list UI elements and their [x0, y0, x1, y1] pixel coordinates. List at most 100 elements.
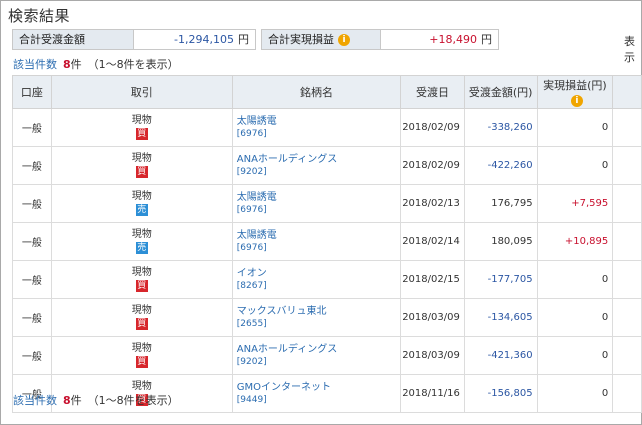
stock-cell: ANAホールディングス [9202]	[231, 146, 402, 185]
info-icon[interactable]: i	[338, 33, 350, 46]
total-pnl-unit: 円	[481, 33, 492, 46]
trade-cell: 現物買	[50, 146, 233, 185]
buy-badge: 買	[135, 166, 148, 178]
stock-code-link[interactable]: [8267]	[237, 280, 399, 292]
stock-name-link[interactable]: マックスバリュ東北	[237, 306, 399, 318]
stock-cell: ANAホールディングス [9202]	[231, 336, 402, 375]
trade-type: 現物	[131, 343, 152, 354]
delivery-amount-cell: 176,795	[463, 184, 538, 223]
col-header-pnl: 実現損益(円) i	[536, 75, 614, 109]
total-delivery-value: -1,294,105 円	[134, 30, 255, 49]
spacer-cell	[612, 108, 642, 147]
table-row: 一般 現物買 マックスバリュ東北 [2655] 2018/03/09 -134,6…	[12, 298, 642, 337]
table-row: 一般 現物買 太陽誘電 [6976] 2018/02/09 -338,260 0	[12, 108, 642, 147]
results-table: 口座 取引 銘柄名 受渡日 受渡金額(円) 実現損益(円) i 一般 現物買 太…	[12, 75, 642, 413]
table-row: 一般 現物売 太陽誘電 [6976] 2018/02/13 176,795 +7,…	[12, 184, 642, 223]
sell-badge: 売	[135, 242, 148, 254]
stock-code-link[interactable]: [9202]	[237, 166, 399, 178]
result-count-label[interactable]: 該当件数	[13, 58, 57, 71]
stock-cell: イオン [8267]	[231, 260, 402, 299]
stock-name-link[interactable]: ANAホールディングス	[237, 154, 399, 166]
trade-cell: 現物買	[50, 108, 233, 147]
account-cell: 一般	[12, 336, 52, 375]
realized-pnl-cell: 0	[536, 298, 614, 337]
trade-type: 現物	[131, 229, 152, 240]
stock-code-link[interactable]: [6976]	[237, 204, 399, 216]
account-cell: 一般	[12, 298, 52, 337]
spacer-cell	[612, 184, 642, 223]
col-header-spacer	[612, 75, 642, 109]
realized-pnl-cell: 0	[536, 374, 614, 413]
trade-type: 現物	[131, 305, 152, 316]
stock-name-link[interactable]: 太陽誘電	[237, 192, 399, 204]
spacer-cell	[612, 146, 642, 185]
stock-code-link[interactable]: [6976]	[237, 128, 399, 140]
table-row: 一般 現物買 ANAホールディングス [9202] 2018/03/09 -421…	[12, 336, 642, 375]
spacer-cell	[612, 374, 642, 413]
stock-cell: GMOインターネット [9449]	[231, 374, 402, 413]
col-header-amount: 受渡金額(円)	[463, 75, 538, 109]
realized-pnl-cell: 0	[536, 108, 614, 147]
trade-cell: 現物買	[50, 260, 233, 299]
total-delivery-unit: 円	[238, 33, 249, 46]
realized-pnl-cell: 0	[536, 336, 614, 375]
stock-cell: 太陽誘電 [6976]	[231, 108, 402, 147]
total-delivery-label: 合計受渡金額	[13, 30, 134, 49]
result-count-value: 8	[63, 394, 71, 407]
table-row: 一般 現物買 ANAホールディングス [9202] 2018/02/09 -422…	[12, 146, 642, 185]
trade-type: 現物	[131, 267, 152, 278]
delivery-date-cell: 2018/02/09	[400, 108, 465, 147]
result-count-bottom: 該当件数 8件 （1～8件を表示）	[13, 392, 179, 408]
delivery-amount-cell: -422,260	[463, 146, 538, 185]
account-cell: 一般	[12, 184, 52, 223]
buy-badge: 買	[135, 356, 148, 368]
spacer-cell	[612, 260, 642, 299]
trade-cell: 現物買	[50, 298, 233, 337]
buy-badge: 買	[135, 128, 148, 140]
delivery-amount-cell: -421,360	[463, 336, 538, 375]
delivery-date-cell: 2018/11/16	[400, 374, 465, 413]
trade-cell: 現物買	[50, 336, 233, 375]
table-header-row: 口座 取引 銘柄名 受渡日 受渡金額(円) 実現損益(円) i	[12, 75, 642, 109]
result-count-suffix: 件	[70, 394, 82, 407]
realized-pnl-cell: +7,595	[536, 184, 614, 223]
trade-cell: 現物売	[50, 184, 233, 223]
spacer-cell	[612, 222, 642, 261]
delivery-amount-cell: -134,605	[463, 298, 538, 337]
spacer-cell	[612, 336, 642, 375]
display-option-label[interactable]: 表示	[624, 33, 642, 65]
stock-name-link[interactable]: ANAホールディングス	[237, 344, 399, 356]
stock-cell: 太陽誘電 [6976]	[231, 184, 402, 223]
col-header-trade: 取引	[50, 75, 233, 109]
result-range: （1～8件を表示）	[87, 394, 179, 407]
delivery-amount-cell: -177,705	[463, 260, 538, 299]
total-delivery-amount: -1,294,105	[174, 33, 234, 46]
stock-name-link[interactable]: GMOインターネット	[237, 382, 399, 394]
stock-code-link[interactable]: [2655]	[237, 318, 399, 330]
total-pnl-box: 合計実現損益 i +18,490 円	[261, 29, 499, 50]
info-icon[interactable]: i	[570, 95, 583, 107]
stock-name-link[interactable]: 太陽誘電	[237, 116, 399, 128]
table-row: 一般 現物売 太陽誘電 [6976] 2018/02/14 180,095 +10…	[12, 222, 642, 261]
col-header-account: 口座	[12, 75, 52, 109]
stock-code-link[interactable]: [9202]	[237, 356, 399, 368]
total-pnl-label: 合計実現損益	[268, 33, 334, 46]
delivery-date-cell: 2018/03/09	[400, 336, 465, 375]
delivery-date-cell: 2018/02/13	[400, 184, 465, 223]
stock-name-link[interactable]: 太陽誘電	[237, 230, 399, 242]
trade-cell: 現物売	[50, 222, 233, 261]
account-cell: 一般	[12, 146, 52, 185]
table-row: 一般 現物買 イオン [8267] 2018/02/15 -177,705 0	[12, 260, 642, 299]
result-count-top: 該当件数 8件 （1～8件を表示）	[13, 56, 179, 72]
delivery-date-cell: 2018/02/09	[400, 146, 465, 185]
stock-cell: マックスバリュ東北 [2655]	[231, 298, 402, 337]
result-count-label[interactable]: 該当件数	[13, 394, 57, 407]
col-header-date: 受渡日	[400, 75, 465, 109]
trade-type: 現物	[131, 115, 152, 126]
stock-code-link[interactable]: [6976]	[237, 242, 399, 254]
delivery-amount-cell: -156,805	[463, 374, 538, 413]
stock-code-link[interactable]: [9449]	[237, 394, 399, 406]
realized-pnl-cell: +10,895	[536, 222, 614, 261]
delivery-date-cell: 2018/03/09	[400, 298, 465, 337]
stock-name-link[interactable]: イオン	[237, 268, 399, 280]
